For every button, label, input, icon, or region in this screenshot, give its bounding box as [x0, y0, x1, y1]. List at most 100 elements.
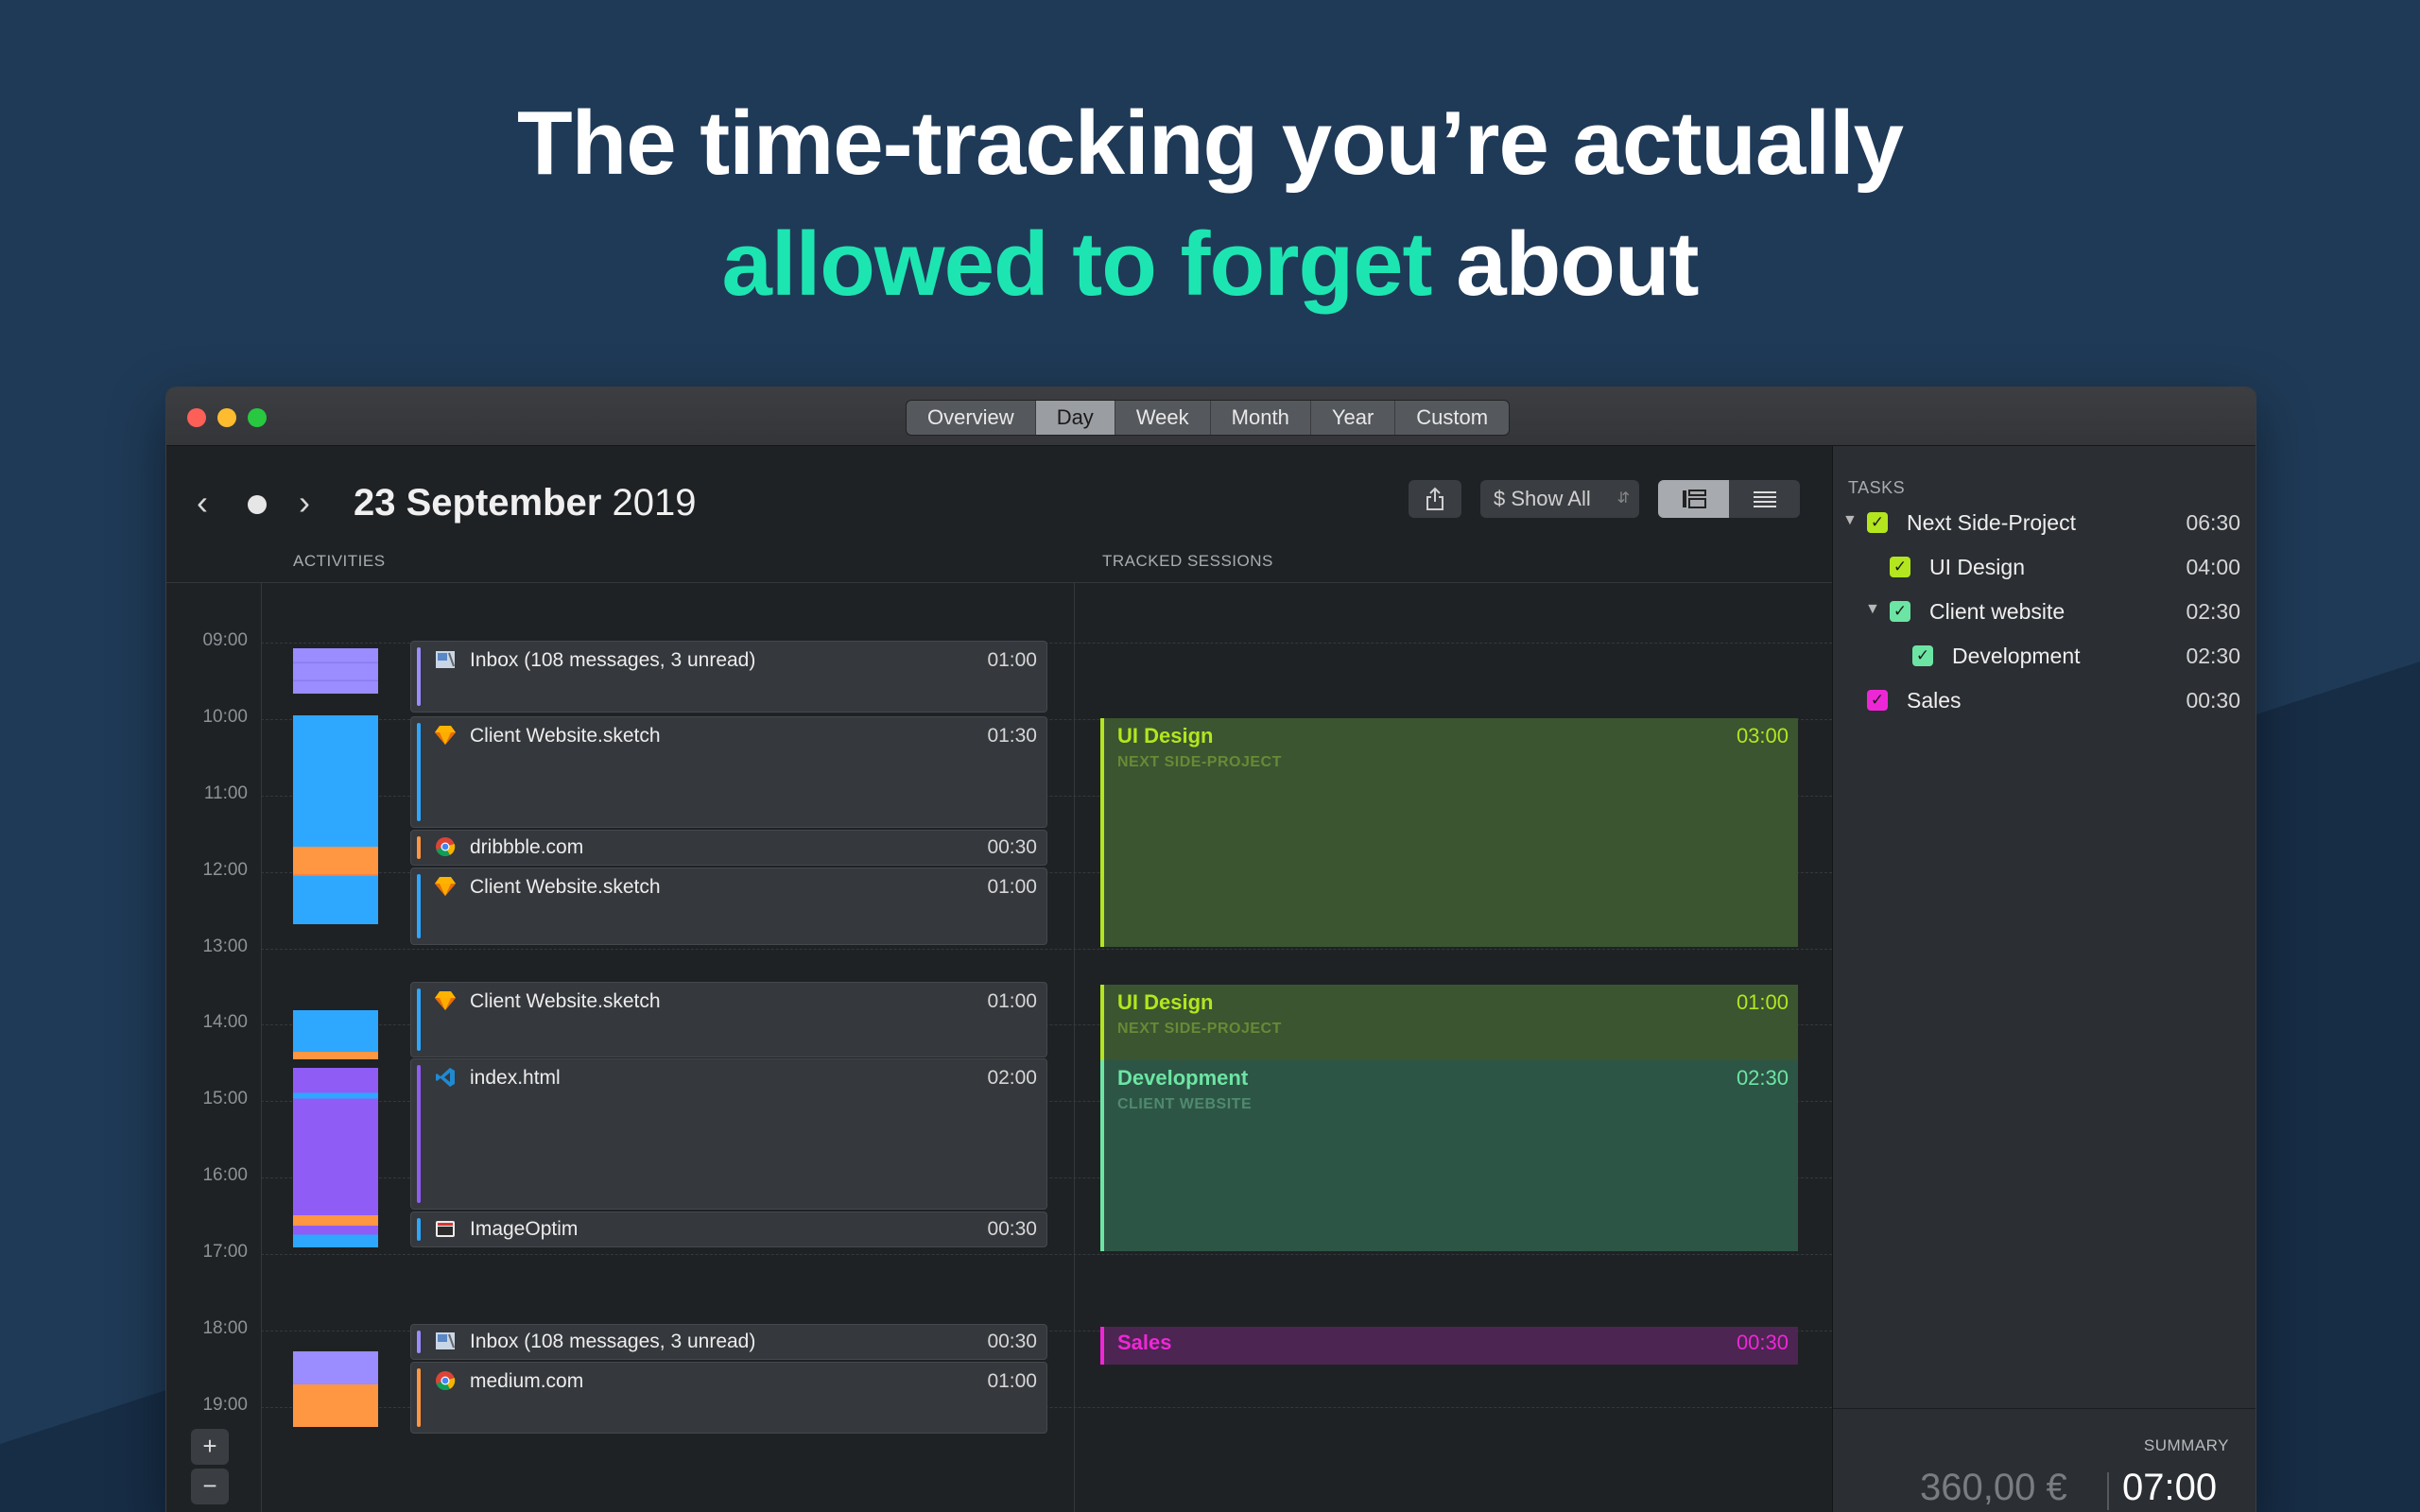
checkbox[interactable]: ✓	[1890, 601, 1910, 622]
activity-duration: 00:30	[987, 1331, 1037, 1352]
list-item[interactable]: Client Website.sketch 01:00	[410, 982, 1047, 1057]
list-view-icon	[1753, 491, 1776, 507]
headline-tail: about	[1431, 214, 1699, 315]
updown-chevron-icon: ⇵	[1616, 490, 1630, 507]
show-all-dropdown[interactable]: $ Show All ⇵	[1480, 480, 1639, 518]
activity-duration: 01:00	[987, 1370, 1037, 1392]
headline-line2: allowed to forget about	[0, 204, 2420, 325]
today-dot-button[interactable]	[248, 495, 267, 514]
chevron-right-icon[interactable]: ›	[299, 484, 310, 522]
timeline-view-icon	[1682, 490, 1706, 508]
chevron-left-icon[interactable]: ‹	[197, 484, 208, 522]
activity-label: medium.com	[470, 1370, 584, 1392]
checkbox[interactable]: ✓	[1867, 690, 1888, 711]
tab-overview[interactable]: Overview	[907, 401, 1036, 435]
tracked-sessions-column-header: TRACKED SESSIONS	[1102, 552, 1273, 570]
share-button[interactable]	[1409, 480, 1461, 518]
activity-bar-mail[interactable]	[293, 648, 378, 694]
activity-label: Client Website.sketch	[470, 876, 661, 898]
close-window-button[interactable]	[187, 408, 206, 427]
session-project: CLIENT WEBSITE	[1117, 1096, 1253, 1112]
hour-gridline	[261, 949, 1832, 950]
chrome-icon	[434, 1370, 457, 1393]
color-stripe	[417, 1368, 421, 1427]
session-title: UI Design	[1117, 990, 1214, 1014]
activity-bar-evening[interactable]	[293, 1351, 378, 1427]
tab-month[interactable]: Month	[1211, 401, 1311, 435]
task-row[interactable]: ✓ Development 02:30	[1833, 638, 2256, 676]
hour-label: 17:00	[202, 1242, 248, 1262]
summary-heading: SUMMARY	[2143, 1436, 2229, 1454]
zoom-window-button[interactable]	[248, 408, 267, 427]
sketch-icon	[434, 725, 457, 747]
imageoptim-icon	[434, 1218, 457, 1241]
show-all-label: $ Show All	[1494, 487, 1591, 510]
task-row[interactable]: ✓ Sales 00:30	[1833, 682, 2256, 720]
list-item[interactable]: Inbox (108 messages, 3 unread) 00:30	[410, 1324, 1047, 1360]
hour-label: 10:00	[202, 707, 248, 727]
color-stripe	[417, 1065, 421, 1203]
list-view-button[interactable]	[1729, 480, 1800, 518]
activity-bar-afternoon-sketch[interactable]	[293, 1010, 378, 1059]
list-item[interactable]: medium.com 01:00	[410, 1362, 1047, 1434]
hour-gridline	[261, 1254, 1832, 1255]
checkbox[interactable]: ✓	[1890, 557, 1910, 577]
list-item[interactable]: index.html 02:00	[410, 1058, 1047, 1210]
session-ui-design-morning[interactable]: UI Design NEXT SIDE-PROJECT 03:00	[1100, 718, 1798, 947]
task-duration: 00:30	[2186, 688, 2240, 713]
tab-day[interactable]: Day	[1035, 401, 1115, 435]
activity-bar-morning[interactable]	[293, 715, 378, 924]
activity-duration: 00:30	[987, 836, 1037, 858]
color-stripe	[417, 1331, 421, 1353]
task-duration: 06:30	[2186, 510, 2240, 535]
disclosure-triangle-icon[interactable]: ▼	[1865, 601, 1880, 618]
session-sales[interactable]: Sales 00:30	[1100, 1327, 1798, 1365]
disclosure-triangle-icon[interactable]: ▼	[1842, 512, 1858, 529]
tab-week[interactable]: Week	[1115, 401, 1211, 435]
column-divider	[1074, 582, 1075, 1512]
hour-label: 11:00	[203, 783, 248, 803]
zoom-out-button[interactable]: −	[191, 1469, 229, 1504]
app-window: Overview Day Week Month Year Custom ‹ › …	[166, 387, 2256, 1512]
activity-duration: 01:00	[987, 649, 1037, 671]
session-project: NEXT SIDE-PROJECT	[1117, 754, 1282, 770]
list-item[interactable]: Client Website.sketch 01:00	[410, 868, 1047, 945]
date-day-month: 23 September	[354, 482, 602, 524]
checkbox[interactable]: ✓	[1867, 512, 1888, 533]
session-development[interactable]: Development CLIENT WEBSITE 02:30	[1100, 1060, 1798, 1251]
vscode-icon	[434, 1067, 457, 1090]
summary-money: 360,00 €	[1920, 1467, 2067, 1508]
tasks-sidebar: TASKS ▼ ✓ Next Side-Project 06:30 ✓ UI D…	[1832, 446, 2256, 1512]
tab-year[interactable]: Year	[1311, 401, 1396, 435]
task-row[interactable]: ✓ UI Design 04:00	[1833, 549, 2256, 587]
date-year: 2019	[612, 482, 697, 524]
color-stripe	[417, 836, 421, 859]
list-item[interactable]: Client Website.sketch 01:30	[410, 716, 1047, 828]
checkbox[interactable]: ✓	[1912, 645, 1933, 666]
activity-duration: 01:00	[987, 876, 1037, 898]
zoom-in-button[interactable]: +	[191, 1429, 229, 1465]
color-stripe	[417, 723, 421, 821]
hour-label: 12:00	[202, 860, 248, 880]
activity-label: ImageOptim	[470, 1218, 579, 1240]
list-item[interactable]: dribbble.com 00:30	[410, 830, 1047, 866]
day-view: ‹ › 23 September 2019 $ Show All ⇵ ACTIV…	[166, 446, 1832, 1512]
list-item[interactable]: Inbox (108 messages, 3 unread) 01:00	[410, 641, 1047, 713]
activity-label: index.html	[470, 1067, 561, 1089]
mail-icon	[434, 649, 457, 672]
activity-label: Inbox (108 messages, 3 unread)	[470, 1331, 756, 1352]
timeline-view-button[interactable]	[1658, 480, 1729, 518]
color-stripe	[417, 647, 421, 706]
activity-bar-afternoon-code[interactable]	[293, 1068, 378, 1247]
summary-time: 07:00	[2122, 1467, 2218, 1508]
task-row[interactable]: ▼ ✓ Next Side-Project 06:30	[1833, 505, 2256, 542]
title-bar: Overview Day Week Month Year Custom	[166, 387, 2256, 446]
list-item[interactable]: ImageOptim 00:30	[410, 1211, 1047, 1247]
tab-custom[interactable]: Custom	[1395, 401, 1509, 435]
summary-separator	[2107, 1472, 2109, 1510]
session-ui-design-afternoon[interactable]: UI Design NEXT SIDE-PROJECT 01:00	[1100, 985, 1798, 1060]
task-row[interactable]: ▼ ✓ Client website 02:30	[1833, 593, 2256, 631]
activity-label: dribbble.com	[470, 836, 584, 858]
minimize-window-button[interactable]	[217, 408, 236, 427]
chrome-icon	[434, 836, 457, 859]
